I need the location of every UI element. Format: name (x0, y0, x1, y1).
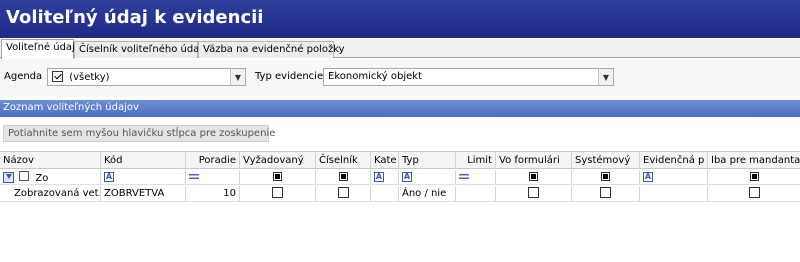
filter-cell-ciselnik[interactable] (316, 170, 371, 184)
group-panel[interactable]: Potiahnite sem myšou hlavičku stĺpca pre… (0, 118, 800, 148)
indeterminate-checkbox-icon[interactable] (749, 172, 759, 181)
col-header-vyzadovany[interactable]: Vyžadovaný (240, 152, 316, 168)
filter-cell-systemovy[interactable] (572, 170, 640, 184)
agenda-value: (všetky) (69, 72, 110, 83)
cell-poradie[interactable]: 10 (186, 186, 240, 201)
cell-vyzadovany[interactable] (240, 186, 316, 201)
equals-filter-icon[interactable] (459, 174, 469, 179)
text-filter-icon[interactable]: A (374, 172, 384, 182)
col-header-evidencna-p[interactable]: Evidenčná p (640, 152, 708, 168)
checkbox[interactable] (337, 187, 349, 198)
tab-vazba-na-evidencne-polozky[interactable]: Väzba na evidenčné položky (198, 41, 345, 58)
grid-filter-row: Zo A A A A (0, 170, 800, 185)
typ-evidencie-value: Ekonomický objekt (328, 71, 422, 82)
filter-nazov-value[interactable]: Zo (35, 173, 48, 184)
agenda-dropdown-chevron-icon[interactable]: ▼ (230, 69, 245, 85)
filter-cell-vo-formulari[interactable] (496, 170, 572, 184)
cell-limit[interactable] (456, 186, 496, 201)
agenda-checkbox[interactable] (52, 71, 63, 82)
indeterminate-checkbox-icon[interactable] (338, 172, 348, 181)
window-title: Voliteľný údaj k evidencii (6, 7, 264, 28)
filter-cell-iba-pre-mandanta[interactable] (708, 170, 800, 184)
cell-evidencna-p[interactable] (640, 186, 708, 201)
indeterminate-checkbox-icon[interactable] (529, 172, 538, 181)
checkbox[interactable] (272, 187, 283, 198)
text-filter-icon[interactable]: A (104, 172, 114, 182)
equals-filter-icon[interactable] (189, 174, 199, 179)
window-titlebar: Voliteľný údaj k evidencii (0, 0, 800, 38)
section-header: Zoznam voliteľných údajov (0, 100, 800, 117)
filter-operator-icon[interactable] (19, 171, 30, 181)
filter-cell-kate[interactable]: A (371, 170, 399, 184)
filter-cell-poradie[interactable] (186, 170, 240, 184)
checkbox[interactable] (748, 187, 760, 198)
text-filter-icon[interactable]: A (643, 172, 653, 182)
filter-panel: Agenda (všetky) ▼ Typ evidencie Ekonomic… (0, 59, 800, 97)
filter-editor-icon[interactable] (3, 172, 14, 183)
cell-nazov[interactable]: Zobrazovaná vet... (0, 186, 101, 201)
group-hint: Potiahnite sem myšou hlavičku stĺpca pre… (3, 125, 275, 142)
typ-evidencie-combo[interactable]: Ekonomický objekt ▼ (323, 68, 614, 86)
filter-cell-typ[interactable]: A (399, 170, 456, 184)
indeterminate-checkbox-icon[interactable] (273, 172, 282, 181)
col-header-typ[interactable]: Typ (399, 152, 456, 168)
agenda-combo[interactable]: (všetky) ▼ (47, 68, 246, 86)
col-header-kate[interactable]: Kate (371, 152, 399, 168)
col-header-vo-formulari[interactable]: Vo formulári (496, 152, 572, 168)
filter-cell-vyzadovany[interactable] (240, 170, 316, 184)
col-header-iba-pre-mandanta[interactable]: Iba pre mandanta (708, 152, 800, 168)
cell-systemovy[interactable] (572, 186, 640, 201)
filter-cell-kod[interactable]: A (101, 170, 186, 184)
agenda-label: Agenda (4, 71, 43, 82)
cell-iba-pre-mandanta[interactable] (708, 186, 800, 201)
tab-volitelne-udaje[interactable]: Voliteľné údaje (1, 39, 81, 59)
typ-evidencie-dropdown-chevron-icon[interactable]: ▼ (598, 69, 613, 85)
checkbox[interactable] (528, 187, 539, 198)
tab-strip: Voliteľné údaje Číselník voliteľného úda… (0, 39, 800, 59)
agenda-value-wrap: (všetky) (52, 71, 110, 83)
col-header-poradie[interactable]: Poradie (186, 152, 240, 168)
typ-evidencie-label: Typ evidencie (255, 71, 324, 82)
cell-typ[interactable]: Áno / nie (399, 186, 456, 201)
table-row[interactable]: Zobrazovaná vet... ZOBRVETVA 10 Áno / ni… (0, 186, 800, 202)
col-header-kod[interactable]: Kód (101, 152, 186, 168)
cell-ciselnik[interactable] (316, 186, 371, 201)
indeterminate-checkbox-icon[interactable] (601, 172, 610, 181)
cell-kod[interactable]: ZOBRVETVA (101, 186, 186, 201)
cell-kate[interactable] (371, 186, 399, 201)
checkbox[interactable] (600, 187, 611, 198)
filter-cell-nazov: Zo (0, 170, 101, 184)
tab-ciselnik-volitelneho-udaja[interactable]: Číselník voliteľného údaja (74, 41, 208, 58)
col-header-systemovy[interactable]: Systémový (572, 152, 640, 168)
grid-header-row: Názov Kód Poradie Vyžadovaný Číselník Ka… (0, 151, 800, 169)
cell-vo-formulari[interactable] (496, 186, 572, 201)
filter-cell-limit[interactable] (456, 170, 496, 184)
filter-cell-evidencna-p[interactable]: A (640, 170, 708, 184)
text-filter-icon[interactable]: A (402, 172, 412, 182)
col-header-ciselnik[interactable]: Číselník (316, 152, 371, 168)
col-header-nazov[interactable]: Názov (0, 152, 101, 168)
col-header-limit[interactable]: Limit (456, 152, 496, 168)
